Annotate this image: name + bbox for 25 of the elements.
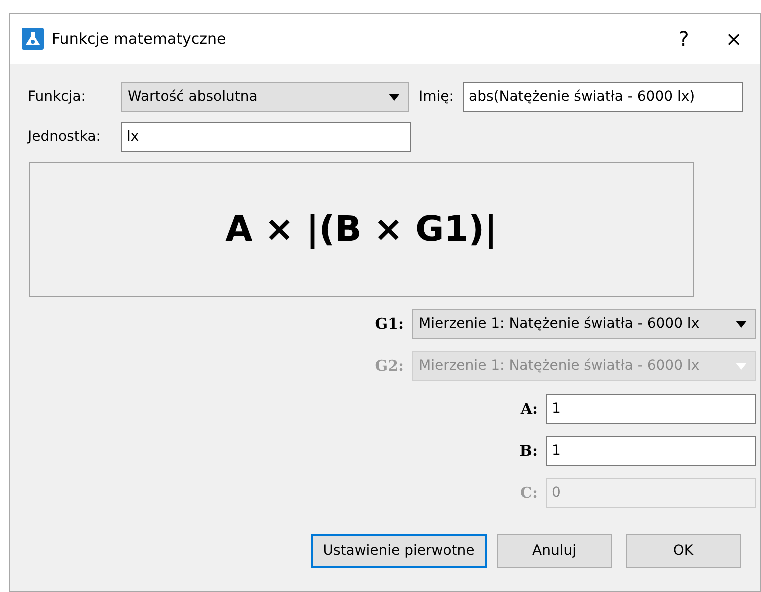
unit-label: Jednostka: bbox=[28, 129, 102, 145]
close-button[interactable]: × bbox=[710, 19, 758, 59]
parameter-field[interactable]: 1 bbox=[546, 394, 756, 424]
function-dropdown[interactable]: Wartość absolutna bbox=[121, 82, 409, 112]
help-button[interactable]: ? bbox=[660, 19, 708, 59]
dropdown-arrow-icon bbox=[736, 320, 747, 328]
parameter-label: B: bbox=[520, 442, 538, 460]
parameter-label: A: bbox=[520, 400, 538, 418]
flask-icon bbox=[22, 28, 44, 50]
window-title: Funkcje matematyczne bbox=[52, 30, 228, 48]
function-label: Funkcja: bbox=[28, 89, 88, 105]
name-label: Imię: bbox=[419, 89, 454, 105]
source-dropdown[interactable]: Mierzenie 1: Natężenie światła - 6000 lx bbox=[412, 309, 756, 339]
dropdown-arrow-icon bbox=[389, 94, 400, 100]
parameter-label: C: bbox=[520, 484, 538, 502]
formula-text: A × |(B × G1)| bbox=[226, 210, 498, 250]
source-label: G1: bbox=[375, 315, 404, 333]
unit-field[interactable]: lx bbox=[121, 122, 411, 152]
parameter-field[interactable]: 1 bbox=[546, 436, 756, 466]
dialog-button[interactable]: Anuluj bbox=[497, 534, 612, 568]
source-label: G2: bbox=[375, 357, 404, 375]
dialog-button[interactable]: Ustawienie pierwotne bbox=[311, 534, 487, 568]
name-field[interactable]: abs(Natężenie światła - 6000 lx) bbox=[463, 82, 743, 112]
dropdown-arrow-icon bbox=[736, 362, 747, 370]
dialog-button[interactable]: OK bbox=[626, 534, 741, 568]
